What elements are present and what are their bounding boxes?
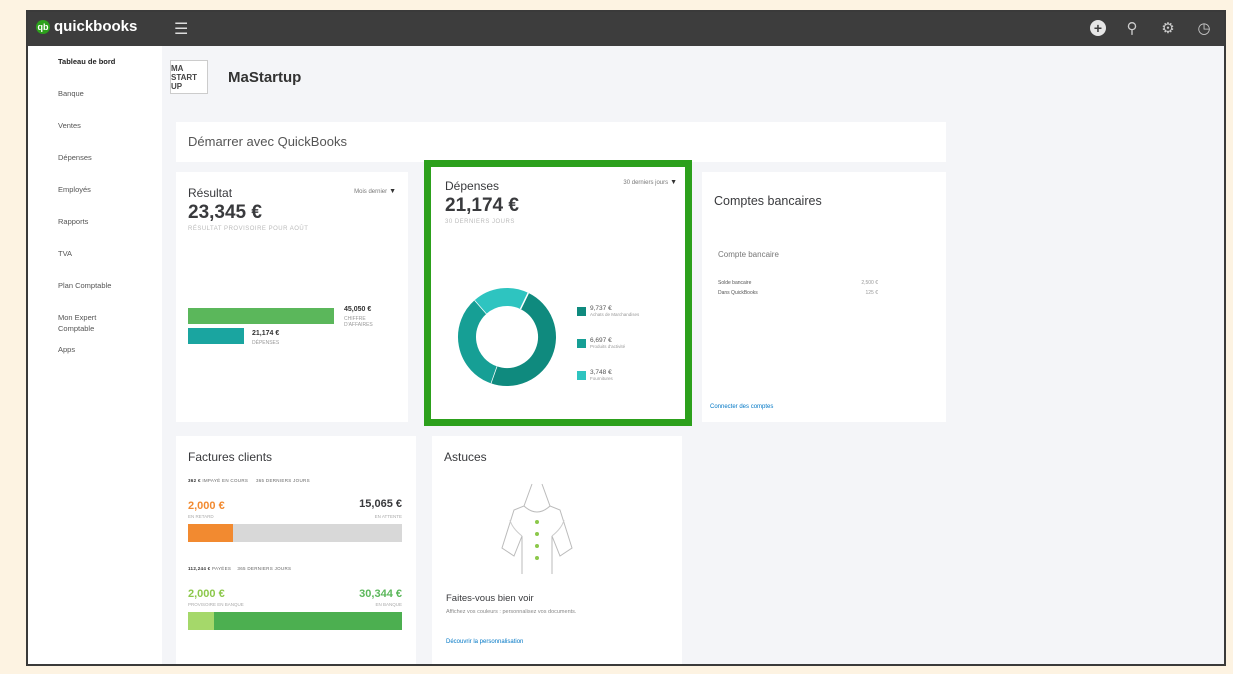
quickbooks-logo-icon: qb bbox=[36, 19, 50, 34]
expense-value: 21,174 € bbox=[252, 330, 280, 337]
logo-text: quickbooks bbox=[54, 18, 138, 35]
sidebar-item-plan-comptable[interactable]: Plan Comptable bbox=[28, 280, 162, 312]
top-icons: + ⚲ ⚙ ◷ bbox=[1090, 18, 1214, 38]
create-plus-icon[interactable]: + bbox=[1090, 20, 1106, 36]
unpaid-period: 365 DERNIERS JOURS bbox=[255, 478, 310, 483]
quickbooks-logo[interactable]: qb quickbooks bbox=[36, 18, 137, 35]
bank-balance-row: Solde bancaire 2,500 € bbox=[718, 280, 878, 286]
settings-gear-icon[interactable]: ⚙ bbox=[1158, 18, 1178, 38]
unpaid-header: 362 € IMPAYÉ EN COURS 365 DERNIERS JOURS bbox=[188, 478, 310, 483]
legend-name: Fournitures bbox=[590, 376, 613, 381]
quickbooks-balance-value: 125 € bbox=[865, 290, 878, 296]
sidebar-item-depenses[interactable]: Dépenses bbox=[28, 152, 162, 184]
sidebar-nav: Tableau de bord Banque Ventes Dépenses E… bbox=[28, 46, 162, 664]
legend-swatch-0 bbox=[577, 307, 586, 316]
getting-started-banner[interactable]: Démarrer avec QuickBooks bbox=[176, 122, 946, 162]
sidebar-item-ventes[interactable]: Ventes bbox=[28, 120, 162, 152]
legend-value: 3,748 € bbox=[590, 369, 612, 376]
legend-item[interactable]: 3,748 € Fournitures bbox=[577, 369, 613, 381]
revenue-value: 45,050 € bbox=[344, 306, 372, 313]
unpaid-label: IMPAYÉ bbox=[202, 478, 221, 483]
donut-segment-0[interactable] bbox=[490, 292, 556, 386]
top-bar: qb quickbooks ☰ + ⚲ ⚙ ◷ bbox=[28, 12, 1224, 46]
open-amount: 15,065 € bbox=[359, 498, 402, 510]
revenue-label: CHIFFRE D'AFFAIRES bbox=[344, 316, 373, 328]
paid-header: 112,244 € PAYÉES 365 DERNIERS JOURS bbox=[188, 566, 291, 571]
connect-accounts-link[interactable]: Connecter des comptes bbox=[710, 404, 773, 410]
resultat-sublabel: RÉSULTAT PROVISOIRE POUR AOÛT bbox=[188, 226, 309, 232]
legend-value: 9,737 € bbox=[590, 305, 612, 312]
paid-total: 112,244 € bbox=[188, 566, 211, 571]
compte-bancaire-subtitle[interactable]: Compte bancaire bbox=[718, 250, 779, 259]
unpaid-total: 362 € bbox=[188, 478, 201, 483]
comptes-title: Comptes bancaires bbox=[714, 194, 822, 208]
paid-period: 365 DERNIERS JOURS bbox=[237, 566, 292, 571]
legend-value: 6,697 € bbox=[590, 337, 612, 344]
donut-segment-1[interactable] bbox=[458, 300, 498, 384]
tip-text: Affichez vos couleurs : personnalisez vo… bbox=[446, 609, 577, 615]
customize-link[interactable]: Découvrir la personnalisation bbox=[446, 639, 523, 645]
hamburger-menu-icon[interactable]: ☰ bbox=[174, 19, 188, 39]
tip-headline: Faites-vous bien voir bbox=[446, 593, 534, 604]
legend-name: Achats de Marchandises bbox=[590, 312, 640, 317]
search-icon[interactable]: ⚲ bbox=[1122, 18, 1142, 38]
legend-name: Produits d'activité bbox=[590, 344, 626, 349]
sidebar-item-apps[interactable]: Apps bbox=[28, 344, 162, 376]
company-header: MA START UP MaStartup bbox=[170, 60, 301, 94]
sidebar-item-tva[interactable]: TVA bbox=[28, 248, 162, 280]
deposited-bar[interactable] bbox=[188, 612, 214, 630]
legend-item[interactable]: 9,737 € Achats de Marchandises bbox=[577, 305, 639, 317]
astuces-title: Astuces bbox=[444, 450, 487, 464]
revenue-bar[interactable] bbox=[188, 308, 334, 324]
paid-bar[interactable] bbox=[188, 612, 402, 630]
astuces-card: Astuces Faites-vous bien voir Affichez v… bbox=[432, 436, 682, 664]
depenses-sublabel: 30 DERNIERS JOURS bbox=[445, 219, 515, 225]
paid-label: PAYÉES bbox=[212, 566, 232, 571]
sidebar-item-employes[interactable]: Employés bbox=[28, 184, 162, 216]
help-icon[interactable]: ◷ bbox=[1194, 18, 1214, 38]
legend-item[interactable]: 6,697 € Produits d'activité bbox=[577, 337, 625, 349]
overdue-bar[interactable] bbox=[188, 524, 233, 542]
depenses-card: Dépenses 30 derniers jours 21,174 € 30 D… bbox=[424, 160, 692, 426]
deposited-label: PROVISOIRE EN BANQUE bbox=[188, 602, 244, 607]
deposited-amount: 2,000 € bbox=[188, 588, 225, 600]
bank-balance-label: Solde bancaire bbox=[718, 280, 752, 286]
depenses-period-dropdown[interactable]: 30 derniers jours bbox=[623, 179, 677, 186]
sidebar-item-banque[interactable]: Banque bbox=[28, 88, 162, 120]
expenses-donut-chart[interactable] bbox=[455, 285, 559, 389]
company-logo[interactable]: MA START UP bbox=[170, 60, 208, 94]
overdue-label: EN RETARD bbox=[188, 514, 214, 519]
company-name: MaStartup bbox=[228, 68, 302, 86]
shirt-illustration bbox=[501, 483, 573, 574]
overdue-amount: 2,000 € bbox=[188, 500, 225, 512]
legend-swatch-2 bbox=[577, 371, 586, 380]
depenses-amount: 21,174 € bbox=[445, 195, 519, 216]
comptes-bancaires-card: Comptes bancaires Compte bancaire Solde … bbox=[702, 172, 946, 422]
quickbooks-balance-row: Dans QuickBooks 125 € bbox=[718, 290, 878, 296]
expense-label: DÉPENSES bbox=[252, 340, 280, 346]
paid-amount: 30,344 € bbox=[359, 588, 402, 600]
resultat-amount: 23,345 € bbox=[188, 202, 262, 223]
bank-balance-value: 2,500 € bbox=[861, 280, 878, 286]
sidebar-item-tableau-de-bord[interactable]: Tableau de bord bbox=[28, 56, 162, 88]
quickbooks-balance-label: Dans QuickBooks bbox=[718, 290, 758, 296]
app-window: qb quickbooks ☰ + ⚲ ⚙ ◷ Tableau de bord … bbox=[26, 10, 1226, 666]
sidebar-item-rapports[interactable]: Rapports bbox=[28, 216, 162, 248]
factures-clients-card: Factures clients 362 € IMPAYÉ EN COURS 3… bbox=[176, 436, 416, 664]
open-label: EN ATTENTE bbox=[374, 514, 402, 519]
donut-segment-2[interactable] bbox=[474, 288, 529, 314]
resultat-period-dropdown[interactable]: Mois dernier bbox=[354, 188, 396, 195]
unpaid-status: EN COURS bbox=[222, 478, 249, 483]
expense-bar[interactable] bbox=[188, 328, 245, 344]
paid-bank-label: EN BANQUE bbox=[375, 602, 402, 607]
sidebar-item-expert-comptable[interactable]: Mon Expert Comptable bbox=[28, 312, 108, 344]
legend-swatch-1 bbox=[577, 339, 586, 348]
resultat-card: Résultat Mois dernier 23,345 € RÉSULTAT … bbox=[176, 172, 408, 422]
factures-title: Factures clients bbox=[188, 450, 273, 464]
